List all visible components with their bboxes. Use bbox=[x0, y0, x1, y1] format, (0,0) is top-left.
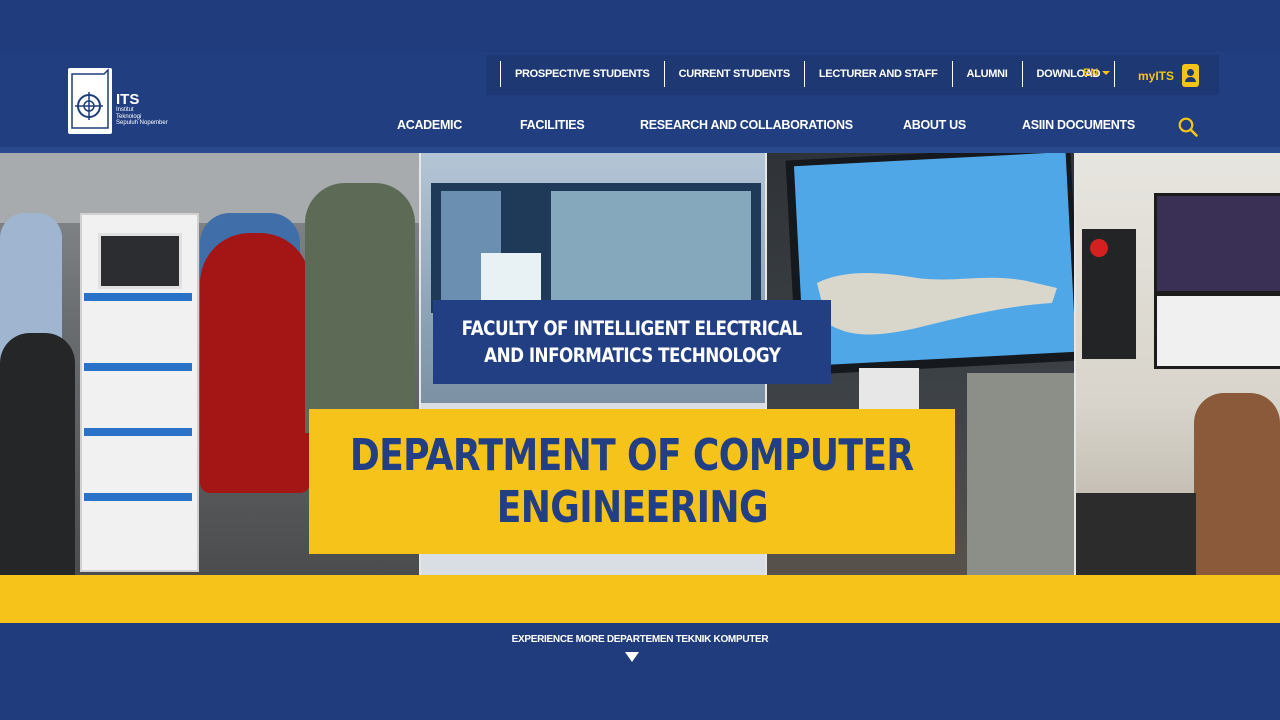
hero-photo-lab bbox=[1076, 153, 1280, 575]
nav-item-about-us[interactable]: ABOUT US bbox=[903, 114, 966, 136]
myits-login-button[interactable]: myITS bbox=[1138, 64, 1200, 87]
language-selector[interactable]: EN bbox=[1083, 67, 1111, 79]
nav-item-asiin-documents[interactable]: ASIIN DOCUMENTS bbox=[1022, 114, 1135, 136]
department-title-box: DEPARTMENT OF COMPUTER ENGINEERING bbox=[309, 409, 955, 554]
nav-item-facilities[interactable]: FACILITIES bbox=[520, 114, 585, 136]
nav-item-research-and-collaborations[interactable]: RESEARCH AND COLLABORATIONS bbox=[640, 114, 853, 136]
faculty-title-line-2: AND INFORMATICS TECHNOLOGY bbox=[483, 344, 781, 367]
accent-band bbox=[0, 575, 1280, 623]
top-links: PROSPECTIVE STUDENTS CURRENT STUDENTS LE… bbox=[500, 61, 1116, 87]
department-title-line-1: DEPARTMENT OF COMPUTER bbox=[350, 429, 914, 481]
myits-label: myITS bbox=[1138, 68, 1175, 83]
faculty-title-line-1: FACULTY OF INTELLIGENT ELECTRICAL bbox=[461, 317, 803, 340]
explore-more-link[interactable]: EXPERIENCE MORE DEPARTEMEN TEKNIK KOMPUT… bbox=[0, 634, 1280, 645]
user-icon bbox=[1182, 64, 1200, 87]
department-title-line-2: ENGINEERING bbox=[496, 481, 768, 533]
faculty-title-box: FACULTY OF INTELLIGENT ELECTRICAL AND IN… bbox=[433, 300, 831, 384]
main-nav: ACADEMIC FACILITIES RESEARCH AND COLLABO… bbox=[0, 114, 1280, 136]
top-link-current-students[interactable]: CURRENT STUDENTS bbox=[663, 61, 804, 87]
top-link-prospective-students[interactable]: PROSPECTIVE STUDENTS bbox=[500, 61, 664, 87]
nav-item-academic[interactable]: ACADEMIC bbox=[397, 114, 462, 136]
top-link-lecturer-and-staff[interactable]: LECTURER AND STAFF bbox=[803, 61, 952, 87]
top-link-alumni[interactable]: ALUMNI bbox=[951, 61, 1022, 87]
logo-title: ITS bbox=[116, 91, 140, 108]
caret-down-icon bbox=[1102, 71, 1111, 75]
hero-banner: FACULTY OF INTELLIGENT ELECTRICAL AND IN… bbox=[0, 153, 1280, 575]
map-illustration bbox=[817, 273, 1057, 335]
triangle-down-icon[interactable] bbox=[625, 652, 639, 662]
language-label: EN bbox=[1083, 67, 1099, 79]
top-utility-bar: PROSPECTIVE STUDENTS CURRENT STUDENTS LE… bbox=[486, 55, 1219, 95]
search-icon[interactable] bbox=[1178, 117, 1198, 137]
